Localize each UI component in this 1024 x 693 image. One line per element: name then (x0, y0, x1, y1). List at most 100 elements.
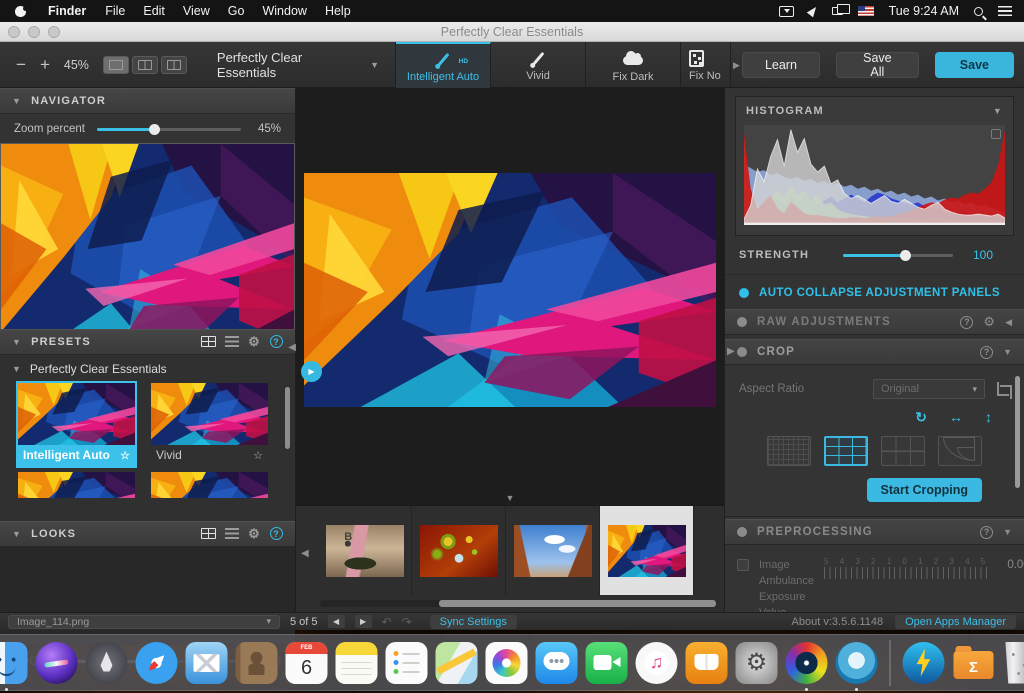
grid-overlay-thirds-button[interactable] (824, 436, 868, 466)
spotlight-search-icon[interactable] (974, 7, 983, 16)
crop-header[interactable]: CROP ? ▼ (725, 339, 1024, 365)
dock-lens-app-icon[interactable] (836, 642, 878, 684)
dock-notes-icon[interactable] (336, 642, 378, 684)
start-cropping-button[interactable]: Start Cropping (867, 478, 983, 502)
dock-itunes-icon[interactable] (636, 642, 678, 684)
grid-view-icon[interactable] (201, 336, 216, 347)
list-view-icon[interactable] (225, 528, 239, 539)
menu-file[interactable]: File (96, 4, 134, 18)
before-after-handle[interactable]: ▶ (301, 361, 322, 382)
flip-horizontal-icon[interactable]: ↔ (949, 409, 963, 426)
panel-collapse-icon[interactable]: ▶ (727, 346, 735, 357)
collapse-triangle-icon[interactable]: ▼ (12, 337, 22, 347)
histogram-checkbox[interactable] (991, 129, 1001, 139)
filmstrip-prev-icon[interactable]: ◀ (301, 548, 309, 559)
help-icon[interactable]: ? (270, 527, 283, 540)
title-bar[interactable]: Perfectly Clear Essentials (0, 22, 1024, 42)
next-image-button[interactable]: ▶ (355, 615, 372, 628)
dock-flash-tool-icon[interactable] (903, 642, 945, 684)
list-view-icon[interactable] (225, 336, 239, 347)
input-language-flag-icon[interactable] (858, 6, 874, 16)
preset-group-row[interactable]: ▼ Perfectly Clear Essentials (0, 355, 295, 381)
dock-launchpad-icon[interactable] (86, 642, 128, 684)
gear-icon[interactable]: ⚙ (248, 336, 261, 347)
navigator-thumbnail[interactable] (0, 143, 295, 352)
menu-edit[interactable]: Edit (134, 4, 174, 18)
flip-vertical-icon[interactable]: ↕ (985, 409, 992, 426)
preprocessing-header[interactable]: PREPROCESSING ? ▼ (725, 519, 1024, 545)
navigator-header[interactable]: ▼ NAVIGATOR (0, 88, 295, 114)
menu-help[interactable]: Help (316, 4, 360, 18)
strength-slider[interactable] (843, 254, 953, 257)
view-split-button[interactable] (132, 56, 158, 74)
close-window-button[interactable] (8, 26, 20, 38)
auto-collapse-toggle[interactable]: AUTO COLLAPSE ADJUSTMENT PANELS (725, 275, 1024, 309)
menu-view[interactable]: View (174, 4, 219, 18)
filmstrip-divider-icon[interactable]: ▼ (506, 493, 515, 503)
grid-overlay-spiral-button[interactable] (938, 436, 982, 466)
dock-ibooks-icon[interactable] (686, 642, 728, 684)
view-single-button[interactable] (103, 56, 129, 74)
aspect-ratio-select[interactable]: Original ▾ (873, 379, 985, 399)
learn-button[interactable]: Learn (742, 52, 820, 78)
panel-dot-icon[interactable] (737, 317, 747, 327)
dock-perfectly-clear-icon[interactable] (786, 642, 828, 684)
dock-facetime-icon[interactable] (586, 642, 628, 684)
looks-header[interactable]: ▼ LOOKS ⚙ ? (0, 521, 295, 547)
dock-contacts-icon[interactable] (236, 642, 278, 684)
menu-window[interactable]: Window (253, 4, 315, 18)
dock-mail-icon[interactable] (186, 642, 228, 684)
crop-tool-icon[interactable] (995, 382, 1010, 397)
star-icon[interactable]: ☆ (120, 449, 130, 462)
filmstrip-item-2[interactable] (412, 506, 506, 595)
dock-messages-icon[interactable] (536, 642, 578, 684)
tab-vivid[interactable]: Vivid (491, 42, 586, 88)
view-sidebyside-button[interactable] (161, 56, 187, 74)
presets-scrollbar[interactable] (285, 387, 290, 449)
panel-dot-icon[interactable] (737, 527, 747, 537)
preset-card-vivid[interactable]: Vivid ☆ (151, 383, 268, 466)
image-canvas[interactable]: ▶ ▼ (296, 88, 724, 505)
star-icon[interactable]: ☆ (253, 449, 263, 462)
menu-clock[interactable]: Tue 9:24 AM (889, 4, 959, 18)
raw-adjustments-header[interactable]: RAW ADJUSTMENTS ? ⚙ ◀ (725, 309, 1024, 335)
menu-finder[interactable]: Finder (38, 4, 96, 18)
image-ambulance-checkbox[interactable] (737, 559, 749, 571)
help-icon[interactable]: ? (960, 316, 973, 329)
sync-settings-button[interactable]: Sync Settings (430, 615, 517, 629)
dock-maps-icon[interactable] (436, 642, 478, 684)
tab-intelligent-auto[interactable]: HD Intelligent Auto (396, 42, 491, 88)
grid-view-icon[interactable] (201, 528, 216, 539)
about-version[interactable]: About v:3.5.6.1148 (792, 616, 884, 628)
previous-image-button[interactable]: ◀ (328, 615, 345, 628)
tab-fix-noise[interactable]: Fix No (681, 42, 731, 88)
airplay-display-icon[interactable] (779, 6, 794, 17)
dock-system-preferences-icon[interactable] (736, 642, 778, 684)
collapse-triangle-icon[interactable]: ▼ (12, 529, 22, 539)
grid-overlay-fine-button[interactable] (767, 436, 811, 466)
dock-calendar-icon[interactable]: FEB6 (286, 642, 328, 684)
zoom-out-button[interactable]: − (16, 55, 26, 75)
collapse-down-icon[interactable]: ▼ (1003, 347, 1012, 357)
filmstrip-item-1[interactable]: B (318, 506, 412, 595)
undo-icon[interactable]: ↶ (382, 615, 392, 629)
notification-center-icon[interactable] (998, 6, 1012, 16)
zoom-percent-slider[interactable] (97, 128, 241, 131)
collapse-left-icon[interactable]: ◀ (1005, 317, 1012, 328)
dock-sigma-folder-icon[interactable]: Σ (953, 642, 995, 684)
exposure-ruler[interactable]: 5 4 3 2 1 0 1 2 3 4 5 (824, 557, 990, 579)
dock-finder-icon[interactable] (0, 642, 28, 684)
preset-group-selector[interactable]: Perfectly Clear Essentials ▼ (217, 42, 379, 87)
collapse-down-icon[interactable]: ▼ (1003, 527, 1012, 537)
dock-trash-icon[interactable] (1003, 642, 1024, 684)
right-panel-scrollbar[interactable] (1015, 376, 1020, 488)
help-icon[interactable]: ? (270, 335, 283, 348)
filmstrip-scrollbar[interactable] (320, 600, 716, 607)
grid-overlay-half-button[interactable] (881, 436, 925, 466)
presets-header[interactable]: ▼ PRESETS ⚙ ? (0, 329, 295, 355)
filmstrip-item-3[interactable] (506, 506, 600, 595)
save-button[interactable]: Save (935, 52, 1014, 78)
gear-icon[interactable]: ⚙ (983, 314, 995, 330)
filmstrip-item-4-selected[interactable] (600, 506, 694, 595)
zoom-in-button[interactable]: + (40, 55, 50, 75)
